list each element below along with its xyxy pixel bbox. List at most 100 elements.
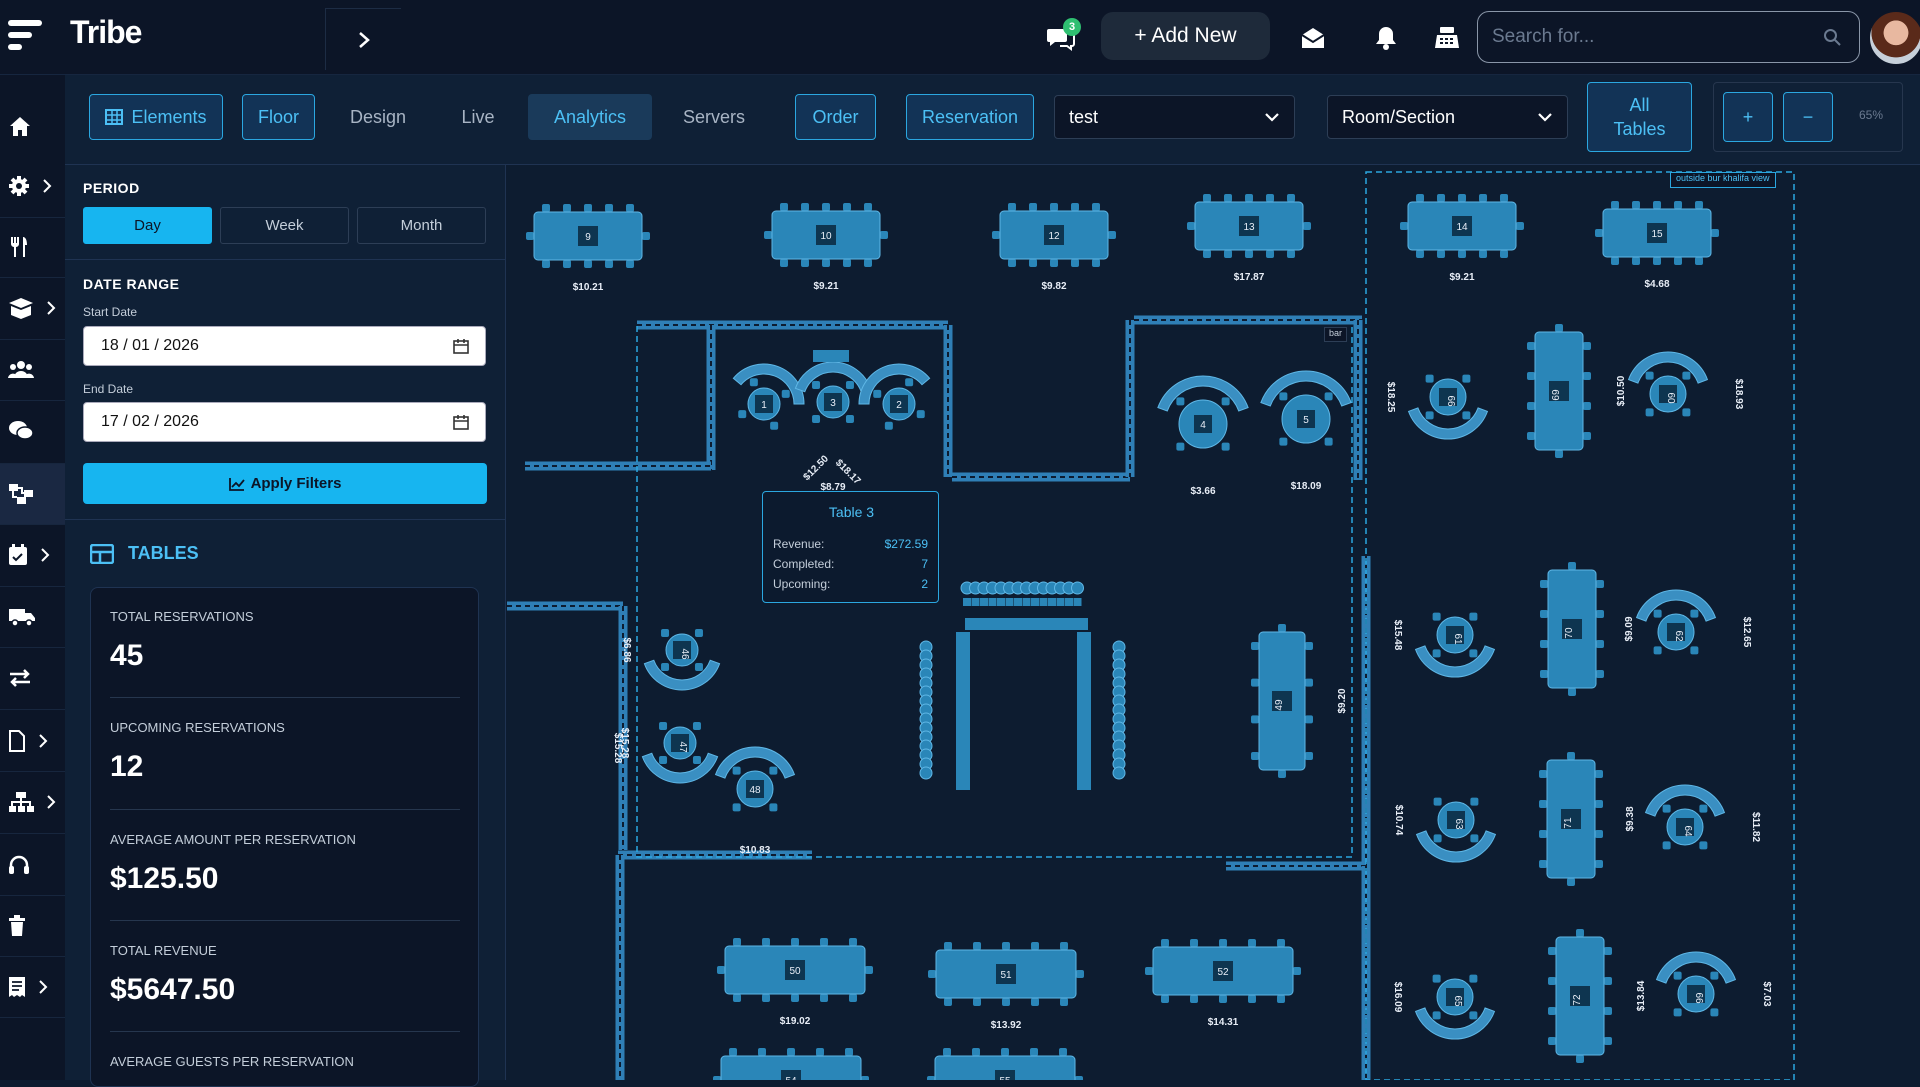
banquet-left <box>956 632 970 790</box>
chair <box>1596 610 1604 618</box>
start-date-field[interactable]: 18 / 01 / 2026 <box>83 326 486 366</box>
tab-servers[interactable]: Servers <box>672 94 756 140</box>
chair <box>659 722 668 731</box>
period-week-button[interactable]: Week <box>220 207 349 244</box>
chair <box>1479 250 1487 258</box>
sidebar-item-calendar[interactable] <box>0 524 65 586</box>
apply-filters-button[interactable]: Apply Filters <box>83 463 487 504</box>
chair <box>1031 998 1039 1006</box>
sidebar-item-support[interactable] <box>0 834 65 896</box>
chair <box>1324 437 1333 446</box>
chair <box>791 938 799 946</box>
zone-label: outside bur khalifa view <box>1670 172 1776 188</box>
table-number: 55 <box>999 1076 1011 1080</box>
inbox-button[interactable] <box>1295 20 1331 56</box>
network-icon <box>9 792 34 812</box>
table-number: 48 <box>749 785 761 796</box>
chair <box>1219 939 1227 947</box>
sidebar-item-documents[interactable] <box>0 710 65 772</box>
chair <box>1548 947 1556 955</box>
table-number: 60 <box>1665 392 1676 404</box>
search-input[interactable] <box>1492 24 1812 50</box>
notifications-button[interactable] <box>1368 20 1404 56</box>
sidebar-item-floor-plan[interactable] <box>0 463 65 525</box>
period-day-button[interactable]: Day <box>83 207 212 244</box>
expand-sidebar-button[interactable] <box>325 8 401 70</box>
chair <box>1031 598 1039 606</box>
chair <box>1674 257 1682 265</box>
chair <box>764 231 772 239</box>
chair <box>626 260 634 268</box>
menu-logo-icon[interactable] <box>6 17 44 57</box>
tab-reservation[interactable]: Reservation <box>906 94 1034 140</box>
chair <box>770 421 779 430</box>
sidebar-item-trash[interactable] <box>0 895 65 957</box>
chair <box>1248 995 1256 1003</box>
end-date-field[interactable]: 17 / 02 / 2026 <box>83 402 486 442</box>
chair <box>822 259 830 267</box>
sidebar-item-reports[interactable] <box>0 956 65 1018</box>
sidebar-item-network[interactable] <box>0 771 65 833</box>
tooltip-completed-label: Completed: <box>773 557 835 571</box>
sidebar-item-messages[interactable] <box>0 400 65 462</box>
tab-order[interactable]: Order <box>795 94 876 140</box>
chair <box>1005 598 1014 606</box>
floor-select[interactable]: test <box>1054 95 1295 139</box>
chair <box>1092 259 1100 267</box>
period-month-button[interactable]: Month <box>357 207 486 244</box>
chat-notifications-button[interactable]: 3 <box>1043 18 1081 56</box>
chair <box>1048 598 1056 606</box>
chair <box>820 938 828 946</box>
banquet-right <box>1077 632 1091 790</box>
add-new-button[interactable]: + Add New <box>1101 12 1270 60</box>
calendar-icon[interactable] <box>453 338 469 354</box>
chair <box>732 766 741 775</box>
search-icon[interactable] <box>1823 28 1841 46</box>
chair <box>1031 942 1039 950</box>
room-section-select[interactable]: Room/Section <box>1327 95 1568 139</box>
table-number: 2 <box>896 400 902 411</box>
all-tables-button[interactable]: All Tables <box>1587 82 1692 152</box>
chair <box>1060 998 1068 1006</box>
chair <box>769 766 778 775</box>
sidebar-item-settings[interactable] <box>0 155 65 217</box>
chair <box>1576 929 1584 937</box>
table-revenue: $9.20 <box>1337 688 1348 713</box>
chair <box>1673 1008 1682 1017</box>
chair <box>873 389 882 398</box>
table-number: 66 <box>1693 992 1704 1004</box>
table-number: 51 <box>1000 970 1012 981</box>
sidebar-item-inventory[interactable] <box>0 277 65 339</box>
sidebar-item-users[interactable] <box>0 338 65 400</box>
table-revenue: $13.92 <box>991 1020 1022 1031</box>
chair <box>1462 374 1471 383</box>
chair <box>1001 1048 1009 1056</box>
table-revenue: $6.86 <box>621 637 632 662</box>
tab-analytics[interactable]: Analytics <box>528 94 652 140</box>
sidebar-item-transfers[interactable] <box>0 647 65 709</box>
calendar-icon[interactable] <box>453 414 469 430</box>
zoom-out-button[interactable]: − <box>1783 92 1833 142</box>
pos-button[interactable] <box>1429 20 1465 56</box>
sidebar-item-menu[interactable] <box>0 216 65 278</box>
chair <box>1645 408 1654 417</box>
tooltip-revenue-value: $272.59 <box>884 537 928 551</box>
table-number: 47 <box>677 741 688 753</box>
stat-total-reservations-label: TOTAL RESERVATIONS <box>110 609 254 624</box>
chair <box>1305 642 1313 650</box>
chair <box>1224 250 1232 258</box>
zoom-in-button[interactable]: + <box>1723 92 1773 142</box>
users-icon <box>8 361 34 378</box>
tab-design[interactable]: Design <box>340 94 416 140</box>
tab-floor[interactable]: Floor <box>242 94 315 140</box>
chair <box>1187 222 1195 230</box>
table-number: 50 <box>789 966 801 977</box>
sidebar-item-delivery[interactable] <box>0 586 65 648</box>
sidebar-item-home[interactable] <box>0 95 65 157</box>
tab-elements[interactable]: Elements <box>89 94 223 140</box>
user-avatar[interactable] <box>1868 10 1920 66</box>
tables-section-title: TABLES <box>128 543 199 563</box>
bar-label: bar <box>1324 327 1348 342</box>
tab-live[interactable]: Live <box>448 94 508 140</box>
chair <box>843 203 851 211</box>
